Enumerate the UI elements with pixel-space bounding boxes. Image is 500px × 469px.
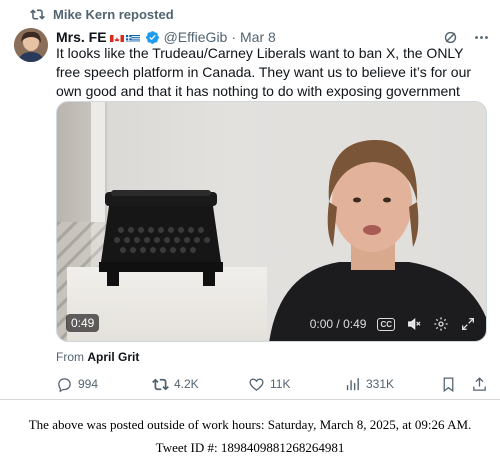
video-controls: 0:00 / 0:49 CC xyxy=(310,316,476,332)
repost-indicator[interactable]: Mike Kern reposted xyxy=(30,5,174,23)
caption-tweet-id: Tweet ID #: 1898409881268264981 xyxy=(155,440,345,455)
reply-button[interactable]: 994 xyxy=(56,376,152,393)
repost-count: 4.2K xyxy=(174,377,199,391)
video-time-display: 0:00 / 0:49 xyxy=(309,317,367,331)
repost-icon xyxy=(30,8,45,20)
captions-icon[interactable]: CC xyxy=(377,317,395,331)
author-handle[interactable]: @EffieGib xyxy=(164,29,228,45)
like-count: 11K xyxy=(270,377,291,391)
repost-label: Mike Kern reposted xyxy=(53,6,174,22)
caption-posted-time: The above was posted outside of work hou… xyxy=(28,417,472,432)
video-player[interactable]: 0:49 0:00 / 0:49 CC xyxy=(56,101,487,342)
fullscreen-icon[interactable] xyxy=(460,316,476,332)
repost-button[interactable]: 4.2K xyxy=(152,376,248,393)
tweet-actions: 994 4.2K 11K 331K xyxy=(56,374,488,394)
reply-count: 994 xyxy=(78,377,99,391)
typewriter-image xyxy=(99,190,223,286)
settings-gear-icon[interactable] xyxy=(433,316,449,332)
heart-icon xyxy=(249,378,264,391)
bookmark-icon[interactable] xyxy=(440,376,457,393)
share-icon[interactable] xyxy=(471,376,488,393)
canada-flag-icon xyxy=(109,32,124,42)
views-chart-icon xyxy=(346,377,359,390)
source-name[interactable]: April Grit xyxy=(87,350,139,364)
video-duration-badge: 0:49 xyxy=(66,314,100,332)
more-options-icon[interactable] xyxy=(473,29,490,46)
greece-flag-icon xyxy=(125,32,140,42)
speaker-image xyxy=(269,139,486,341)
avatar[interactable] xyxy=(14,28,48,62)
like-button[interactable]: 11K xyxy=(248,376,344,393)
source-prefix: From xyxy=(56,350,84,364)
reply-icon xyxy=(58,377,71,392)
tweet-card[interactable]: Mike Kern reposted Mrs. FE @EffieGib · M… xyxy=(0,0,500,400)
tweet-date[interactable]: Mar 8 xyxy=(240,29,276,45)
repost-icon xyxy=(152,378,169,390)
views-count: 331K xyxy=(366,377,395,391)
separator-dot: · xyxy=(231,29,237,45)
verified-badge-icon xyxy=(145,30,159,44)
mute-icon[interactable] xyxy=(406,316,422,332)
tweet-actions-right xyxy=(440,376,488,393)
author-name[interactable]: Mrs. FE xyxy=(56,29,107,45)
views-button[interactable]: 331K xyxy=(344,376,440,393)
video-source: From April Grit xyxy=(56,350,139,364)
grok-icon[interactable] xyxy=(442,29,459,46)
